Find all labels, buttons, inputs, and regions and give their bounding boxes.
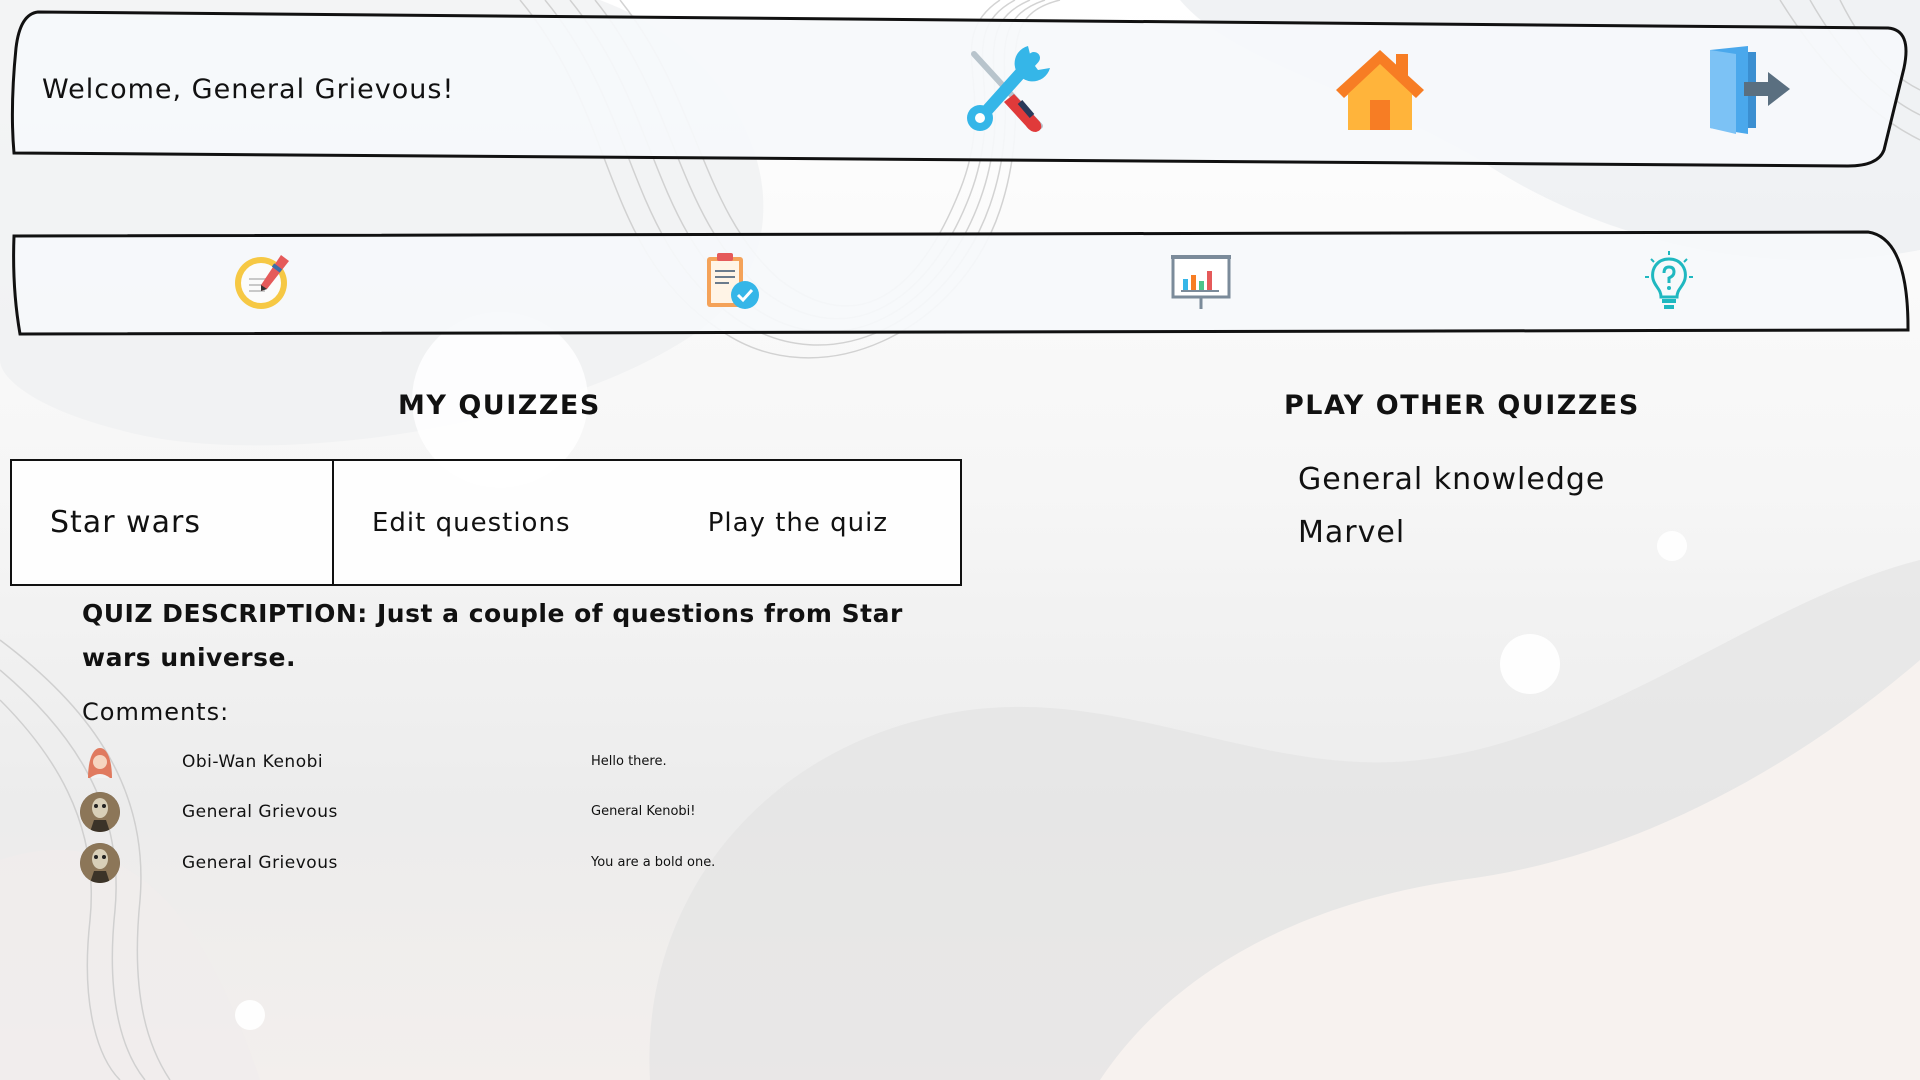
quiz-name: Star wars (12, 461, 334, 584)
statistics-button[interactable] (1166, 246, 1236, 316)
grievous-avatar (80, 843, 120, 883)
comment-text: General Kenobi! (591, 804, 696, 819)
quiz-actions: Edit questions Play the quiz (334, 461, 960, 584)
grievous-avatar (80, 792, 120, 832)
ideas-button[interactable] (1634, 246, 1704, 316)
avatar-icon (88, 748, 112, 778)
create-quiz-icon (235, 255, 289, 309)
comment-row: General Grievous You are a bold one. (80, 841, 800, 885)
idea-icon (1645, 251, 1693, 309)
nav-bar (8, 228, 1912, 338)
comment-text: Hello there. (591, 754, 667, 769)
comment-row: General Grievous General Kenobi! (80, 790, 800, 834)
comments-heading: Comments: (82, 698, 230, 726)
obi-wan-avatar (80, 742, 120, 782)
my-quiz-row: Star wars Edit questions Play the quiz (10, 459, 962, 586)
tools-icon (967, 46, 1050, 132)
statistics-icon (1171, 255, 1231, 309)
other-quizzes-list: General knowledge Marvel (1298, 462, 1605, 550)
home-button[interactable] (1330, 40, 1430, 140)
other-quiz-link[interactable]: Marvel (1298, 515, 1605, 550)
logout-icon (1710, 46, 1790, 134)
avatar-icon (80, 792, 120, 832)
edit-questions-link[interactable]: Edit questions (372, 508, 571, 538)
quiz-description-label: QUIZ DESCRIPTION: (82, 599, 368, 628)
comment-text: You are a bold one. (591, 855, 716, 870)
comment-row: Obi-Wan Kenobi Hello there. (80, 740, 800, 784)
avatar-icon (80, 843, 120, 883)
my-quizzes-title: MY QUIZZES (398, 390, 601, 421)
welcome-message: Welcome, General Grievous! (42, 74, 455, 105)
top-header-bar: Welcome, General Grievous! (8, 8, 1912, 170)
logout-button[interactable] (1698, 40, 1798, 140)
comment-author: General Grievous (182, 802, 338, 822)
create-quiz-button[interactable] (228, 246, 298, 316)
my-quiz-list-button[interactable] (696, 246, 766, 316)
comment-author: Obi-Wan Kenobi (182, 752, 324, 772)
settings-button[interactable] (958, 40, 1058, 140)
other-quizzes-title: PLAY OTHER QUIZZES (1284, 390, 1640, 421)
home-icon (1336, 50, 1424, 130)
quiz-list-icon (707, 253, 759, 309)
comment-author: General Grievous (182, 853, 338, 873)
play-quiz-link[interactable]: Play the quiz (708, 508, 888, 538)
quiz-description: QUIZ DESCRIPTION: Just a couple of quest… (82, 592, 922, 680)
other-quiz-link[interactable]: General knowledge (1298, 462, 1605, 497)
